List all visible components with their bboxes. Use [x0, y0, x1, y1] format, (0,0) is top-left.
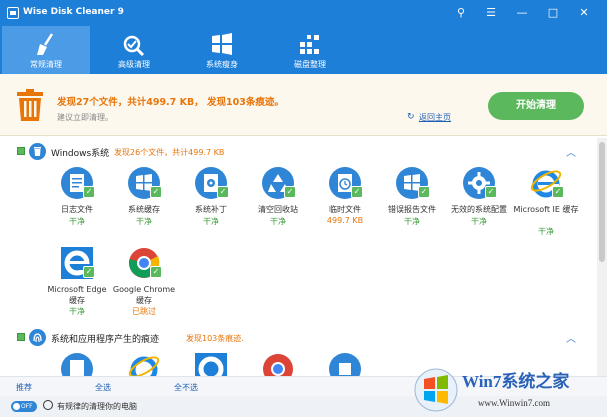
item-state: 499.7 KB — [326, 216, 364, 225]
item-name: 无效的系统配置 — [451, 205, 507, 214]
scan-results-list: Windows系统 发现26个文件，共计499.7 KB ︿ ✓ 日志文件 干净… — [0, 138, 597, 376]
ie-icon[interactable] — [127, 352, 161, 376]
item-name: Microsoft Edge 缓存 — [47, 285, 107, 305]
item-state: 干净 — [203, 217, 219, 226]
item-temp-files[interactable]: ✓ 临时文件 499.7 KB — [311, 166, 379, 256]
item-ie-cache[interactable]: ✓ Microsoft IE 缓存 干净 — [512, 166, 580, 256]
item-state: 干净 — [404, 217, 420, 226]
category-header-windows[interactable]: Windows系统 发现26个文件，共计499.7 KB ︿ — [0, 140, 597, 162]
tab-system-slim[interactable]: 系统瘦身 — [178, 26, 266, 74]
category-title: 系统和应用程序产生的痕迹 — [51, 335, 160, 345]
watermark-text: Win7系统之家 — [462, 372, 570, 391]
item-name: 系统缓存 — [128, 205, 160, 214]
check-icon[interactable]: ✓ — [418, 186, 430, 198]
puzzle-icon[interactable] — [328, 352, 362, 376]
tab-advanced-clean[interactable]: 高级清理 — [90, 26, 178, 74]
item-edge-cache[interactable]: ✓ Microsoft Edge 缓存 干净 — [43, 246, 111, 336]
windows-icon[interactable] — [60, 352, 94, 376]
schedule-text: 有规律的清理你的电脑 — [57, 402, 137, 411]
item-state: 干净 — [471, 217, 487, 226]
maximize-button[interactable]: □ — [538, 0, 568, 26]
category-stat: 发现26个文件，共计499.7 KB — [114, 148, 225, 157]
item-name: Microsoft IE 缓存 — [513, 205, 579, 214]
check-icon[interactable]: ✓ — [351, 186, 363, 198]
item-name: 错误报告文件 — [388, 205, 436, 214]
suggestion-text: 建议立即清理。 — [57, 113, 113, 122]
item-name: 临时文件 — [329, 205, 361, 214]
category-checkbox[interactable] — [17, 147, 25, 155]
close-button[interactable]: ✕ — [569, 0, 599, 26]
tab-common-clean[interactable]: 常规清理 — [2, 26, 90, 74]
check-icon[interactable]: ✓ — [552, 186, 564, 198]
item-state: 干净 — [270, 217, 286, 226]
recommend-link[interactable]: 推荐 — [16, 382, 32, 393]
menu-icon[interactable]: ☰ — [476, 0, 506, 26]
tab-label: 常规清理 — [30, 60, 62, 69]
defrag-icon — [300, 35, 319, 54]
item-state: 已跳过 — [132, 307, 156, 316]
app-title: Wise Disk Cleaner 9 — [23, 7, 124, 17]
tab-defrag[interactable]: 磁盘整理 — [266, 26, 354, 74]
app-logo-icon — [7, 7, 19, 19]
scan-result-text: 发现27个文件，共计499.7 KB， 发现103条痕迹。 — [57, 97, 284, 108]
skin-icon[interactable]: ⚲ — [446, 0, 476, 26]
item-recycle-bin[interactable]: ✓ 清空回收站 干净 — [244, 166, 312, 256]
item-state: 干净 — [538, 227, 554, 236]
item-state: 干净 — [69, 307, 85, 316]
scan-icon — [123, 35, 145, 56]
check-icon[interactable]: ✓ — [217, 186, 229, 198]
item-chrome-cache[interactable]: ✓ Google Chrome缓存 已跳过 — [110, 246, 178, 336]
minimize-button[interactable]: — — [507, 0, 537, 26]
clock-icon — [43, 400, 53, 410]
scan-summary-panel: 发现27个文件，共计499.7 KB， 发现103条痕迹。 建议立即清理。 ↻ … — [0, 74, 607, 136]
check-icon[interactable]: ✓ — [485, 186, 497, 198]
item-name: 清空回收站 — [258, 205, 298, 214]
check-icon[interactable]: ✓ — [83, 266, 95, 278]
back-home-link[interactable]: 返回主页 — [419, 112, 451, 123]
collapse-icon[interactable]: ︿ — [566, 330, 576, 345]
trash-icon — [29, 143, 46, 160]
item-invalid-config[interactable]: ✓ 无效的系统配置 干净 — [445, 166, 513, 256]
edge-icon[interactable] — [194, 352, 228, 376]
check-icon[interactable]: ✓ — [150, 266, 162, 278]
watermark-url: www.Winwin7.com — [478, 398, 551, 408]
main-toolbar: 常规清理 高级清理 系统瘦身 磁盘整理 — [0, 26, 607, 74]
scrollbar[interactable] — [597, 138, 607, 376]
select-none-link[interactable]: 全不选 — [174, 382, 198, 393]
tab-label: 磁盘整理 — [294, 60, 326, 69]
category-checkbox[interactable] — [17, 333, 25, 341]
item-system-patch[interactable]: ✓ 系统补丁 干净 — [177, 166, 245, 256]
watermark: Win7系统之家 www.Winwin7.com — [412, 365, 607, 417]
broom-icon — [37, 33, 54, 55]
item-state: 干净 — [136, 217, 152, 226]
fingerprint-icon — [29, 329, 46, 346]
start-clean-button[interactable]: 开始清理 — [488, 92, 584, 120]
item-name: 日志文件 — [61, 205, 93, 214]
scroll-thumb[interactable] — [599, 142, 605, 262]
item-state: 干净 — [69, 217, 85, 226]
category-title: Windows系统 — [51, 149, 110, 159]
schedule-toggle[interactable]: OFF — [11, 401, 37, 412]
collapse-icon[interactable]: ︿ — [566, 144, 576, 159]
windows-logo-icon — [414, 368, 458, 412]
select-all-link[interactable]: 全选 — [95, 382, 111, 393]
item-log-files[interactable]: ✓ 日志文件 干净 — [43, 166, 111, 256]
tab-label: 系统瘦身 — [206, 60, 238, 69]
check-icon[interactable]: ✓ — [284, 186, 296, 198]
title-bar: Wise Disk Cleaner 9 ⚲ ☰ — □ ✕ — [0, 0, 607, 26]
trash-icon — [17, 89, 43, 121]
item-name: Google Chrome缓存 — [112, 285, 176, 305]
category-stat: 发现103条痕迹. — [186, 334, 244, 343]
item-system-cache[interactable]: ✓ 系统缓存 干净 — [110, 166, 178, 256]
refresh-icon: ↻ — [407, 112, 415, 122]
chrome-icon[interactable] — [261, 352, 295, 376]
item-name: 系统补丁 — [195, 205, 227, 214]
category-header-traces[interactable]: 系统和应用程序产生的痕迹 发现103条痕迹. ︿ — [0, 326, 597, 348]
tab-label: 高级清理 — [118, 60, 150, 69]
check-icon[interactable]: ✓ — [150, 186, 162, 198]
windows-icon — [212, 33, 232, 55]
check-icon[interactable]: ✓ — [83, 186, 95, 198]
item-error-reports[interactable]: ✓ 错误报告文件 干净 — [378, 166, 446, 256]
